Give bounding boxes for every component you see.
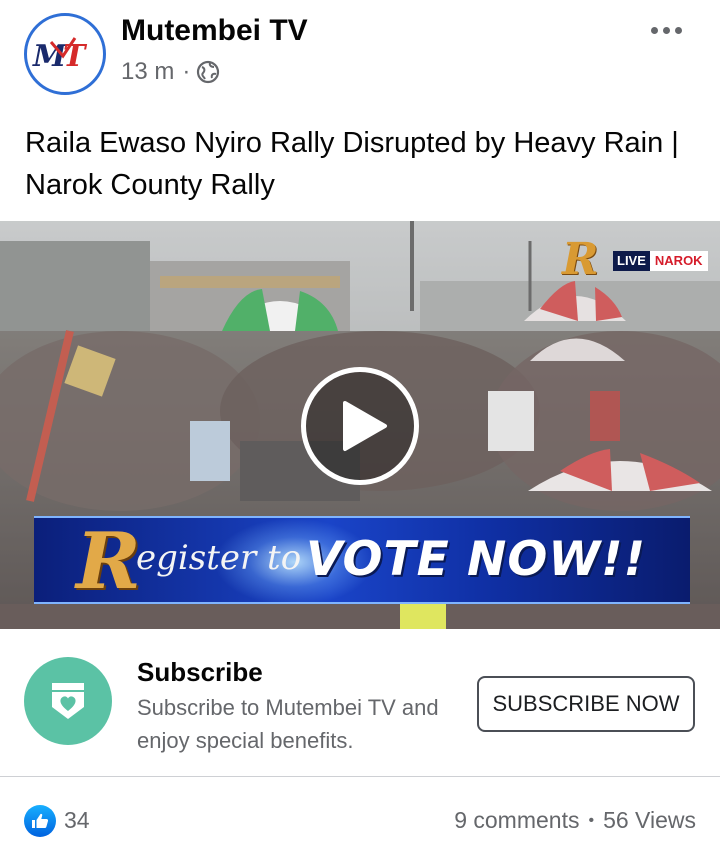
more-options-icon[interactable]: [646, 18, 686, 42]
subscribe-section: Subscribe Subscribe to Mutembei TV and e…: [0, 629, 720, 777]
post-header: M T Mutembei TV 13 m ·: [0, 0, 720, 110]
play-button[interactable]: [301, 367, 419, 485]
meta-separator: ·: [182, 58, 191, 85]
location-label: NAROK: [649, 251, 708, 271]
like-count[interactable]: 34: [64, 807, 90, 834]
post-stats: 9 comments • 56 Views: [454, 807, 696, 834]
views-count: 56 Views: [603, 807, 696, 833]
subscribe-description: Subscribe to Mutembei TV and enjoy speci…: [137, 695, 439, 753]
svg-text:T: T: [63, 39, 88, 74]
comments-count[interactable]: 9 comments: [454, 807, 579, 834]
channel-logo: R: [562, 234, 599, 285]
page-avatar[interactable]: M T: [24, 13, 106, 95]
post-meta: 13 m ·: [121, 58, 220, 86]
video-player[interactable]: R LIVE NAROK R egister to VOTE NOW!!: [0, 221, 720, 629]
post-text: Raila Ewaso Nyiro Rally Disrupted by Hea…: [25, 127, 679, 201]
subscribe-title: Subscribe: [137, 657, 263, 687]
banner-letter: R: [76, 516, 141, 604]
post-footer: 34 9 comments • 56 Views: [0, 777, 720, 860]
live-badge: LIVE NAROK: [613, 251, 708, 271]
page-name[interactable]: Mutembei TV: [121, 14, 308, 48]
play-icon: [343, 401, 387, 451]
banner-main-text: VOTE NOW!!: [306, 532, 647, 587]
stats-separator: •: [588, 811, 595, 829]
post-time[interactable]: 13 m: [121, 58, 174, 86]
banner-script-text: egister to: [136, 538, 302, 578]
mutembei-tv-logo: M T: [32, 37, 88, 74]
vote-banner: R egister to VOTE NOW!!: [34, 516, 690, 604]
globe-icon: [197, 60, 220, 84]
subscribe-now-button[interactable]: SUBSCRIBE NOW: [477, 676, 695, 732]
live-label: LIVE: [613, 251, 650, 271]
shield-heart-icon: [24, 657, 112, 745]
like-reaction-icon[interactable]: [24, 805, 56, 837]
